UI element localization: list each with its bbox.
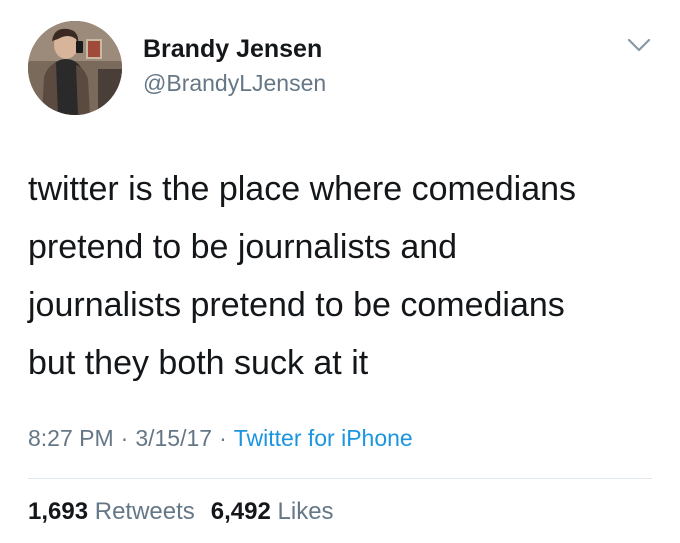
avatar[interactable] <box>28 21 122 115</box>
meta-separator: · <box>219 425 227 451</box>
avatar-photo <box>28 21 122 115</box>
retweets-count: 1,693 <box>28 498 89 525</box>
likes-stat[interactable]: 6,492 Likes <box>211 498 334 525</box>
tweet-text-line: pretend to be journalists and <box>28 228 458 266</box>
tweet-stats: 1,693 Retweets 6,492 Likes <box>28 497 334 527</box>
tweet-metadata: 8:27 PM · 3/15/17 · Twitter for iPhone <box>28 423 413 453</box>
chevron-down-icon[interactable] <box>624 34 654 56</box>
tweet-text-line: twitter is the place where comedians <box>28 170 577 208</box>
tweet-card: Brandy Jensen @BrandyLJensen twitter is … <box>0 0 680 543</box>
tweet-time[interactable]: 8:27 PM <box>28 425 114 451</box>
tweet-text: twitter is the place where comedians pre… <box>28 160 668 392</box>
retweets-label: Retweets <box>94 498 195 525</box>
tweet-text-line: but they both suck at it <box>28 344 369 382</box>
likes-label: Likes <box>277 498 334 525</box>
tweet-date[interactable]: 3/15/17 <box>135 425 212 451</box>
tweet-text-line: journalists pretend to be comedians <box>28 286 565 324</box>
divider <box>28 478 652 479</box>
user-handle[interactable]: @BrandyLJensen <box>143 69 326 97</box>
likes-count: 6,492 <box>210 498 271 525</box>
meta-separator: · <box>120 425 129 451</box>
display-name[interactable]: Brandy Jensen <box>143 34 322 64</box>
tweet-source-link[interactable]: Twitter for iPhone <box>234 425 413 451</box>
retweets-stat[interactable]: 1,693 Retweets <box>28 498 195 525</box>
